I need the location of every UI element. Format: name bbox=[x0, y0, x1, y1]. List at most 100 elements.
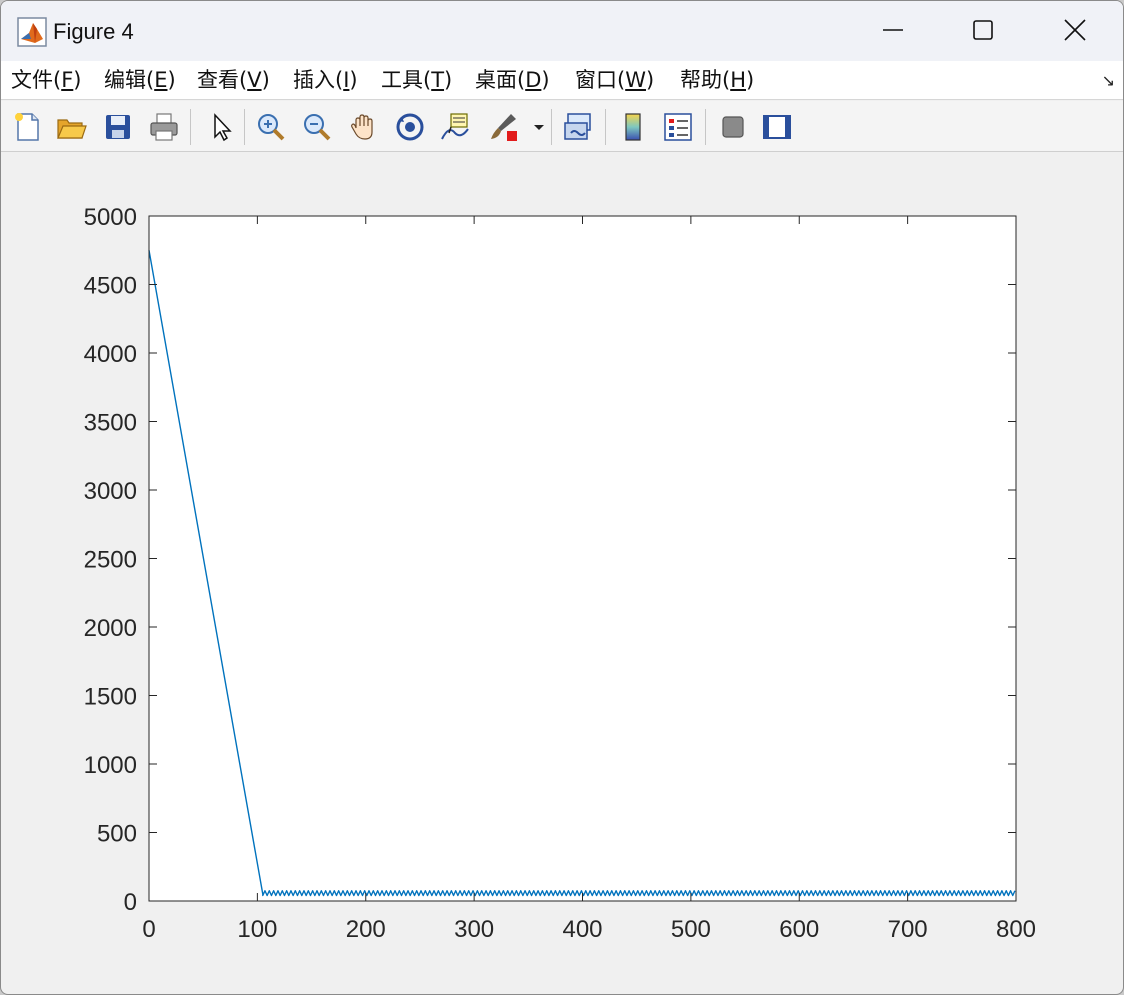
link-plot-button[interactable] bbox=[560, 109, 596, 145]
toolbar-separator bbox=[605, 109, 606, 145]
x-tick-label: 0 bbox=[142, 916, 155, 943]
toolbar-separator bbox=[190, 109, 191, 145]
hide-plot-tools-button[interactable] bbox=[715, 109, 751, 145]
print-icon bbox=[150, 113, 178, 141]
y-tick-label: 5000 bbox=[84, 204, 137, 231]
matlab-logo-icon bbox=[17, 17, 47, 47]
y-tick-label: 500 bbox=[97, 821, 137, 848]
rotate-button[interactable] bbox=[392, 109, 428, 145]
menu-window-tail: ) bbox=[645, 68, 655, 92]
minimize-button[interactable] bbox=[863, 7, 923, 53]
colorbar-button[interactable] bbox=[615, 109, 651, 145]
brush-dropdown-button[interactable] bbox=[529, 109, 549, 145]
x-tick-label: 100 bbox=[237, 916, 277, 943]
y-tick-label: 4000 bbox=[84, 341, 137, 368]
link-plot-icon bbox=[564, 113, 591, 140]
new-figure-button[interactable] bbox=[9, 109, 45, 145]
maximize-icon bbox=[973, 20, 993, 40]
menu-tools-mnemonic: T bbox=[431, 68, 445, 92]
x-tick-label: 500 bbox=[671, 916, 711, 943]
x-tick-label: 300 bbox=[454, 916, 494, 943]
rotate-3d-icon bbox=[396, 113, 424, 141]
menu-edit-mnemonic: E bbox=[154, 68, 168, 92]
y-tick-label: 1000 bbox=[84, 752, 137, 779]
figure-window: Figure 4 文件(F) 编辑(E) 查看(V) 插入(I) 工具(T) 桌… bbox=[0, 0, 1124, 995]
menu-desktop[interactable]: 桌面(D) bbox=[475, 65, 550, 95]
colorbar-icon bbox=[625, 113, 641, 141]
zoom-in-icon bbox=[258, 114, 285, 141]
line-chart[interactable]: 0 100 200 300 400 500 600 700 800 0 500 1000 1500 200… bbox=[1, 153, 1123, 993]
data-cursor-icon bbox=[441, 113, 469, 140]
figure-toolbar bbox=[1, 101, 1123, 152]
legend-icon bbox=[664, 113, 692, 141]
menu-window-label: 窗口( bbox=[575, 68, 626, 92]
maximize-button[interactable] bbox=[953, 7, 1013, 53]
legend-button[interactable] bbox=[660, 109, 696, 145]
dock-arrow-icon[interactable]: ↘ bbox=[1102, 71, 1115, 90]
figure-canvas[interactable]: 0 100 200 300 400 500 600 700 800 0 500 1000 1500 200… bbox=[1, 153, 1123, 993]
y-tick-label: 2500 bbox=[84, 547, 137, 574]
show-plot-tools-button[interactable] bbox=[759, 109, 795, 145]
pan-button[interactable] bbox=[346, 109, 382, 145]
menu-view-label: 查看( bbox=[197, 68, 248, 92]
brush-dropdown-icon bbox=[534, 125, 544, 130]
menu-tools[interactable]: 工具(T) bbox=[381, 65, 452, 95]
window-title: Figure 4 bbox=[53, 19, 134, 44]
toolbar-separator bbox=[551, 109, 552, 145]
menu-file-tail: ) bbox=[73, 68, 82, 92]
menu-insert-label: 插入( bbox=[293, 68, 344, 92]
menu-edit-tail: ) bbox=[167, 68, 176, 92]
hide-plot-tools-icon bbox=[722, 116, 744, 138]
menu-file[interactable]: 文件(F) bbox=[11, 65, 82, 95]
menu-view[interactable]: 查看(V) bbox=[197, 65, 270, 95]
title-bar[interactable]: Figure 4 bbox=[1, 1, 1123, 61]
x-tick-label: 800 bbox=[996, 916, 1036, 943]
menu-desktop-mnemonic: D bbox=[525, 68, 542, 92]
zoom-out-icon bbox=[304, 114, 331, 141]
pan-hand-icon bbox=[351, 114, 373, 140]
brush-button[interactable] bbox=[485, 109, 521, 145]
y-tick-label: 3000 bbox=[84, 478, 137, 505]
close-icon bbox=[1064, 19, 1086, 41]
menu-view-mnemonic: V bbox=[247, 68, 262, 92]
menu-desktop-label: 桌面( bbox=[475, 68, 526, 92]
save-button[interactable] bbox=[100, 109, 136, 145]
pointer-icon bbox=[214, 113, 232, 142]
axes-background bbox=[149, 216, 1016, 901]
menu-file-label: 文件( bbox=[11, 68, 62, 92]
toolbar-separator bbox=[705, 109, 706, 145]
menu-edit-label: 编辑( bbox=[104, 68, 155, 92]
zoom-in-button[interactable] bbox=[253, 109, 289, 145]
close-button[interactable] bbox=[1045, 7, 1105, 53]
edit-plot-button[interactable] bbox=[202, 109, 238, 145]
menu-tools-label: 工具( bbox=[381, 68, 432, 92]
menu-help-label: 帮助( bbox=[680, 68, 731, 92]
menu-help[interactable]: 帮助(H) bbox=[680, 65, 754, 95]
print-button[interactable] bbox=[146, 109, 182, 145]
y-tick-label: 4500 bbox=[84, 273, 137, 300]
menu-edit[interactable]: 编辑(E) bbox=[104, 65, 176, 95]
x-tick-label: 700 bbox=[888, 916, 928, 943]
y-tick-label: 3500 bbox=[84, 410, 137, 437]
menu-window-mnemonic: W bbox=[625, 68, 646, 92]
open-file-button[interactable] bbox=[53, 109, 89, 145]
menu-bar: 文件(F) 编辑(E) 查看(V) 插入(I) 工具(T) 桌面(D) 窗口(W… bbox=[1, 61, 1123, 100]
menu-file-mnemonic: F bbox=[61, 68, 74, 92]
show-plot-tools-icon bbox=[763, 115, 791, 139]
menu-desktop-tail: ) bbox=[541, 68, 550, 92]
data-tips-button[interactable] bbox=[437, 109, 473, 145]
y-tick-label: 1500 bbox=[84, 684, 137, 711]
menu-insert[interactable]: 插入(I) bbox=[293, 65, 358, 95]
minimize-icon bbox=[883, 29, 903, 31]
x-tick-label: 600 bbox=[779, 916, 819, 943]
y-tick-label: 0 bbox=[124, 889, 137, 916]
menu-window[interactable]: 窗口(W) bbox=[575, 65, 654, 95]
new-figure-icon bbox=[15, 113, 39, 141]
x-tick-label: 200 bbox=[346, 916, 386, 943]
menu-help-tail: ) bbox=[746, 68, 755, 92]
brush-icon bbox=[491, 114, 517, 141]
open-folder-icon bbox=[57, 119, 87, 139]
toolbar-separator bbox=[244, 109, 245, 145]
zoom-out-button[interactable] bbox=[299, 109, 335, 145]
menu-insert-tail: ) bbox=[349, 68, 358, 92]
